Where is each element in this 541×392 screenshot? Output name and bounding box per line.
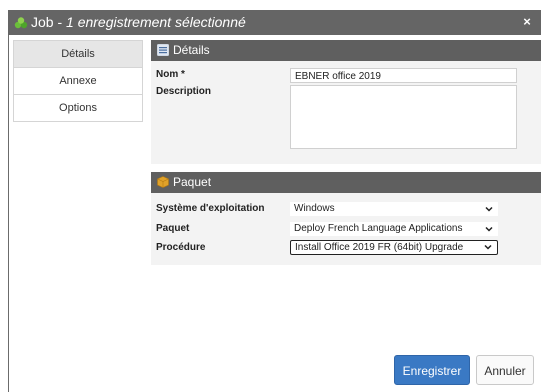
package-icon	[157, 176, 169, 188]
name-field[interactable]: EBNER office 2019	[290, 68, 517, 83]
chevron-down-icon	[485, 226, 493, 232]
package-select[interactable]: Deploy French Language Applications	[290, 222, 498, 236]
name-label: Nom *	[156, 69, 185, 80]
os-select[interactable]: Windows	[290, 202, 498, 216]
procedure-select[interactable]: Install Office 2019 FR (64bit) Upgrade	[290, 240, 498, 255]
procedure-select-value: Install Office 2019 FR (64bit) Upgrade	[295, 242, 464, 253]
details-body: Nom * EBNER office 2019 Description	[151, 61, 541, 164]
dialog-title: Job - 1 enregistrement sélectionné	[31, 14, 246, 31]
details-header-label: Détails	[173, 43, 210, 57]
close-icon[interactable]: ×	[520, 14, 534, 30]
package-header: Paquet	[151, 172, 541, 193]
dialog-title-prefix: Job -	[31, 14, 67, 30]
package-header-label: Paquet	[173, 175, 212, 189]
description-field[interactable]	[290, 85, 517, 149]
os-select-value: Windows	[294, 203, 335, 214]
top-strip	[0, 0, 541, 10]
side-tabs: Détails Annexe Options	[13, 40, 143, 122]
dialog-title-subtitle: 1 enregistrement sélectionné	[66, 14, 246, 30]
procedure-label: Procédure	[156, 242, 206, 253]
description-label: Description	[156, 86, 212, 97]
package-label: Paquet	[156, 223, 190, 234]
tab-annexe[interactable]: Annexe	[14, 68, 142, 95]
job-icon	[14, 17, 28, 29]
os-label: Système d'exploitation	[156, 203, 265, 214]
save-button[interactable]: Enregistrer	[394, 355, 470, 385]
dialog-body: Détails Annexe Options Détails Nom * EBN…	[9, 35, 541, 392]
details-header: Détails	[151, 40, 541, 61]
dialog-titlebar[interactable]: Job - 1 enregistrement sélectionné ×	[8, 10, 541, 35]
details-section: Détails Nom * EBNER office 2019 Descript…	[151, 40, 541, 164]
chevron-down-icon	[485, 206, 493, 212]
job-dialog: Job - 1 enregistrement sélectionné × Dét…	[8, 10, 541, 392]
tab-details[interactable]: Détails	[14, 41, 142, 68]
tab-options[interactable]: Options	[14, 95, 142, 122]
package-select-value: Deploy French Language Applications	[294, 223, 463, 234]
package-body: Système d'exploitation Windows Paquet De…	[151, 193, 541, 265]
package-section: Paquet Système d'exploitation Windows Pa…	[151, 172, 541, 265]
chevron-down-icon	[484, 244, 492, 250]
cancel-button[interactable]: Annuler	[476, 355, 534, 385]
list-icon	[157, 44, 169, 56]
